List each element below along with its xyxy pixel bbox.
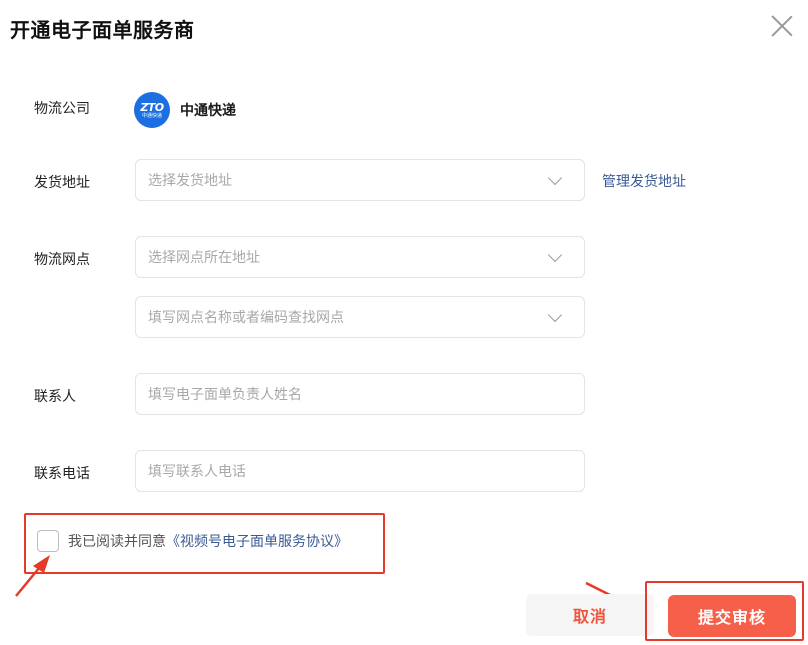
cancel-button[interactable]: 取消 [526, 594, 654, 636]
annotation-arrows [15, 555, 638, 609]
submit-review-button[interactable]: 提交审核 [668, 595, 796, 637]
dialog: 开通电子面单服务商 物流公司 ZTO 中通快递 中通快递 发货地址 选择发货地址… [0, 0, 808, 645]
checkbox-arrow-icon [15, 555, 50, 597]
